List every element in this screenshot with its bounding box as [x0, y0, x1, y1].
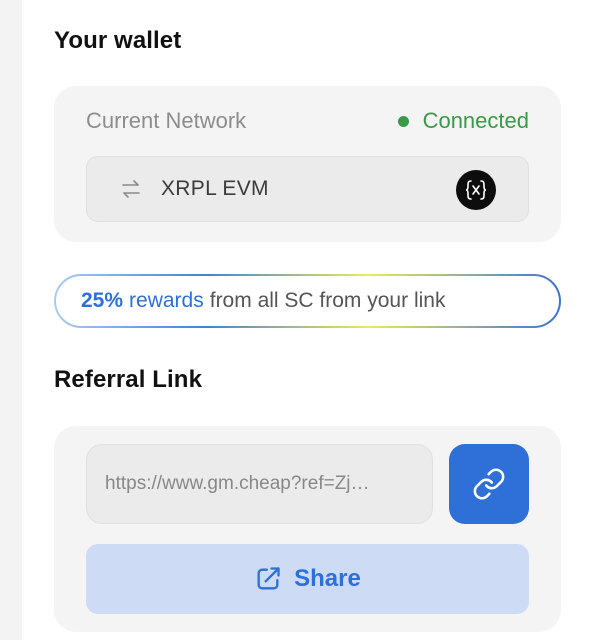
network-selector[interactable]: XRPL EVM: [86, 156, 529, 222]
referral-card: https://www.gm.cheap?ref=Zj… Share: [54, 426, 561, 632]
share-label: Share: [294, 565, 361, 592]
referral-title: Referral Link: [54, 366, 203, 393]
swap-arrows-icon: [119, 177, 143, 201]
referral-link-field[interactable]: https://www.gm.cheap?ref=Zj…: [86, 444, 433, 524]
network-name: XRPL EVM: [161, 177, 269, 200]
network-card: Current Network Connected XRPL EVM: [54, 86, 561, 242]
rewards-word: rewards: [129, 289, 204, 312]
connection-status: Connected: [397, 108, 529, 134]
status-dot-icon: [397, 115, 409, 127]
share-button[interactable]: Share: [86, 544, 529, 614]
copy-link-button[interactable]: [449, 444, 529, 524]
external-share-icon: [254, 565, 282, 593]
rewards-percent: 25%: [81, 289, 124, 312]
wallet-title: Your wallet: [54, 27, 182, 54]
rewards-banner: 25% rewards from all SC from your link: [54, 274, 561, 328]
xrpl-evm-logo: [456, 170, 496, 210]
rewards-description: from all SC from your link: [209, 289, 446, 312]
link-icon: [472, 467, 506, 501]
status-text: Connected: [422, 108, 529, 133]
referral-link-value: https://www.gm.cheap?ref=Zj…: [105, 473, 370, 494]
current-network-label: Current Network: [86, 108, 247, 133]
